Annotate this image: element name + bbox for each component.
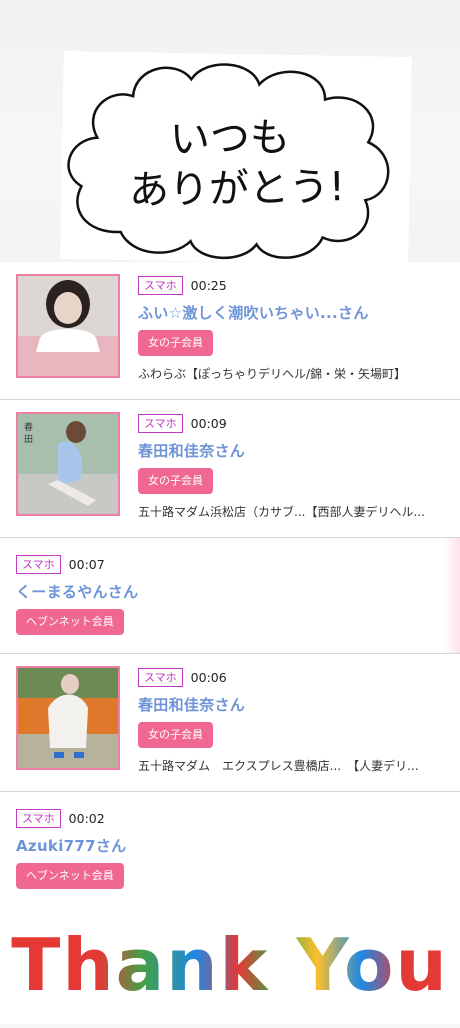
user-name-link[interactable]: Azuki777さん [16, 835, 450, 856]
member-type-badge: ヘブンネット会員 [16, 609, 124, 635]
list-item[interactable]: スマホ 00:02 Azuki777さん ヘブンネット会員 [0, 792, 460, 908]
thanks-line2: ありがとう! [129, 164, 346, 214]
device-badge: スマホ [138, 413, 183, 433]
visit-time: 00:25 [190, 277, 227, 293]
svg-text:田: 田 [24, 434, 33, 445]
visit-time: 00:06 [190, 669, 227, 685]
list-item[interactable]: 春 田 スマホ 00:09 春田和佳奈さん 女の子会員 五十路マダム浜松店（カサ… [0, 400, 460, 538]
device-badge: スマホ [138, 667, 183, 687]
list-item[interactable]: スマホ 00:06 春田和佳奈さん 女の子会員 五十路マダム エクスプレス豊橋店… [0, 654, 460, 792]
thanks-cloud-card: いつも ありがとう! [60, 50, 412, 262]
device-badge: スマホ [16, 554, 61, 574]
user-name-link[interactable]: ふい☆激しく潮吹いちゃい...さん [138, 302, 450, 323]
device-badge: スマホ [138, 275, 183, 295]
thank-you-illustration: Thank You [11, 923, 448, 1007]
shop-name: 五十路マダム エクスプレス豊橋店... 【人妻デリ... [138, 759, 419, 773]
shop-name: 五十路マダム浜松店（カサブ...【西部人妻デリヘル... [138, 505, 425, 519]
user-name-link[interactable]: 春田和佳奈さん [138, 694, 450, 715]
footprint-list: スマホ 00:25 ふい☆激しく潮吹いちゃい...さん 女の子会員 ふわらぶ【ぽ… [0, 262, 460, 908]
avatar[interactable] [16, 666, 120, 770]
member-type-badge: ヘブンネット会員 [16, 863, 124, 889]
visit-time: 00:02 [68, 810, 105, 826]
thanks-banner: いつも ありがとう! [0, 0, 460, 262]
list-item[interactable]: スマホ 00:25 ふい☆激しく潮吹いちゃい...さん 女の子会員 ふわらぶ【ぽ… [0, 262, 460, 400]
svg-text:春: 春 [24, 421, 33, 433]
user-name-link[interactable]: くーまるやんさん [16, 581, 450, 602]
visit-time: 00:07 [68, 556, 105, 572]
visit-time: 00:09 [190, 415, 227, 431]
member-type-badge: 女の子会員 [138, 330, 213, 356]
avatar[interactable] [16, 274, 120, 378]
user-name-link[interactable]: 春田和佳奈さん [138, 440, 450, 461]
member-type-badge: 女の子会員 [138, 722, 213, 748]
thanks-cloud-illustration: いつも ありがとう! [67, 63, 390, 260]
avatar[interactable]: 春 田 [16, 412, 120, 516]
device-badge: スマホ [16, 808, 61, 828]
thank-you-text: Thank You [11, 923, 448, 1007]
shop-name: ふわらぶ【ぽっちゃりデリヘル/錦・栄・矢場町】 [138, 367, 407, 381]
thank-you-banner: Thank You [0, 896, 460, 1024]
member-type-badge: 女の子会員 [138, 468, 213, 494]
list-item[interactable]: スマホ 00:07 くーまるやんさん ヘブンネット会員 [0, 538, 460, 654]
thanks-line1: いつも [169, 115, 290, 163]
